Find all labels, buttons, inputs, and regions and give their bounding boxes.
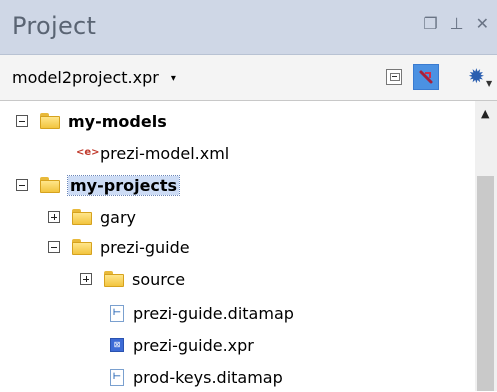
tree-item-prezi-guide-ditamap[interactable]: ⊢ prezi-guide.ditamap — [110, 298, 294, 328]
folder-icon — [72, 209, 92, 225]
expand-toggle-icon[interactable] — [48, 211, 60, 223]
expand-toggle-icon[interactable] — [80, 273, 92, 285]
panel-titlebar: Project ❐ ⊥ ✕ — [0, 0, 497, 55]
restore-icon[interactable]: ❐ — [423, 16, 437, 32]
tree-item-label: gary — [100, 207, 137, 227]
folder-icon — [72, 239, 92, 255]
ditamap-file-icon: ⊢ — [110, 368, 124, 386]
project-tree: my-models <e> prezi-model.xml my-project… — [0, 101, 475, 391]
folder-icon — [40, 113, 60, 129]
tree-item-label: source — [132, 269, 186, 289]
tree-item-gary[interactable]: gary — [48, 202, 136, 232]
vertical-scrollbar[interactable]: ▲ — [475, 101, 497, 391]
tree-item-label: prezi-guide.ditamap — [133, 303, 294, 323]
scroll-thumb[interactable] — [477, 176, 494, 391]
tree-item-label: prezi-model.xml — [100, 143, 230, 163]
tree-item-label: my-models — [68, 111, 167, 131]
tree-item-label: my-projects — [66, 174, 181, 196]
collapse-toggle-icon[interactable] — [16, 115, 28, 127]
xml-file-icon: <e> — [76, 147, 100, 158]
ditamap-file-icon: ⊢ — [110, 304, 124, 322]
project-toolbar: model2project.xpr ▾ ✹ ▼ — [0, 55, 497, 101]
scroll-up-icon[interactable]: ▲ — [481, 107, 489, 120]
chevron-down-icon: ▾ — [170, 73, 176, 84]
folder-icon — [40, 177, 60, 193]
chevron-down-icon[interactable]: ▼ — [486, 79, 492, 88]
tree-item-prod-keys-ditamap[interactable]: ⊢ prod-keys.ditamap — [110, 362, 283, 392]
gear-icon[interactable]: ✹ — [468, 66, 485, 86]
tree-item-my-projects[interactable]: my-projects — [16, 170, 181, 200]
panel-controls: ❐ ⊥ ✕ — [423, 16, 489, 32]
tree-item-label: prezi-guide.xpr — [133, 335, 254, 355]
tree-item-label: prezi-guide — [100, 237, 190, 257]
xpr-file-icon: ⊠ — [110, 338, 124, 352]
pin-icon[interactable]: ⊥ — [450, 16, 464, 32]
tree-item-my-models[interactable]: my-models — [16, 106, 167, 136]
tree-item-prezi-model-xml[interactable]: <e> prezi-model.xml — [76, 138, 229, 168]
link-with-editor-icon[interactable] — [413, 64, 439, 90]
tree-item-prezi-guide-xpr[interactable]: ⊠ prezi-guide.xpr — [110, 330, 254, 360]
tree-item-source[interactable]: source — [80, 264, 185, 294]
project-selector[interactable]: model2project.xpr ▾ — [12, 68, 176, 87]
collapse-all-icon[interactable] — [386, 69, 402, 85]
folder-icon — [104, 271, 124, 287]
collapse-toggle-icon[interactable] — [16, 179, 28, 191]
project-file-label: model2project.xpr — [12, 68, 159, 87]
tree-item-prezi-guide[interactable]: prezi-guide — [48, 232, 190, 262]
panel-title: Project — [12, 12, 97, 40]
collapse-toggle-icon[interactable] — [48, 241, 60, 253]
tree-item-label: prod-keys.ditamap — [133, 367, 283, 387]
close-icon[interactable]: ✕ — [476, 16, 489, 32]
